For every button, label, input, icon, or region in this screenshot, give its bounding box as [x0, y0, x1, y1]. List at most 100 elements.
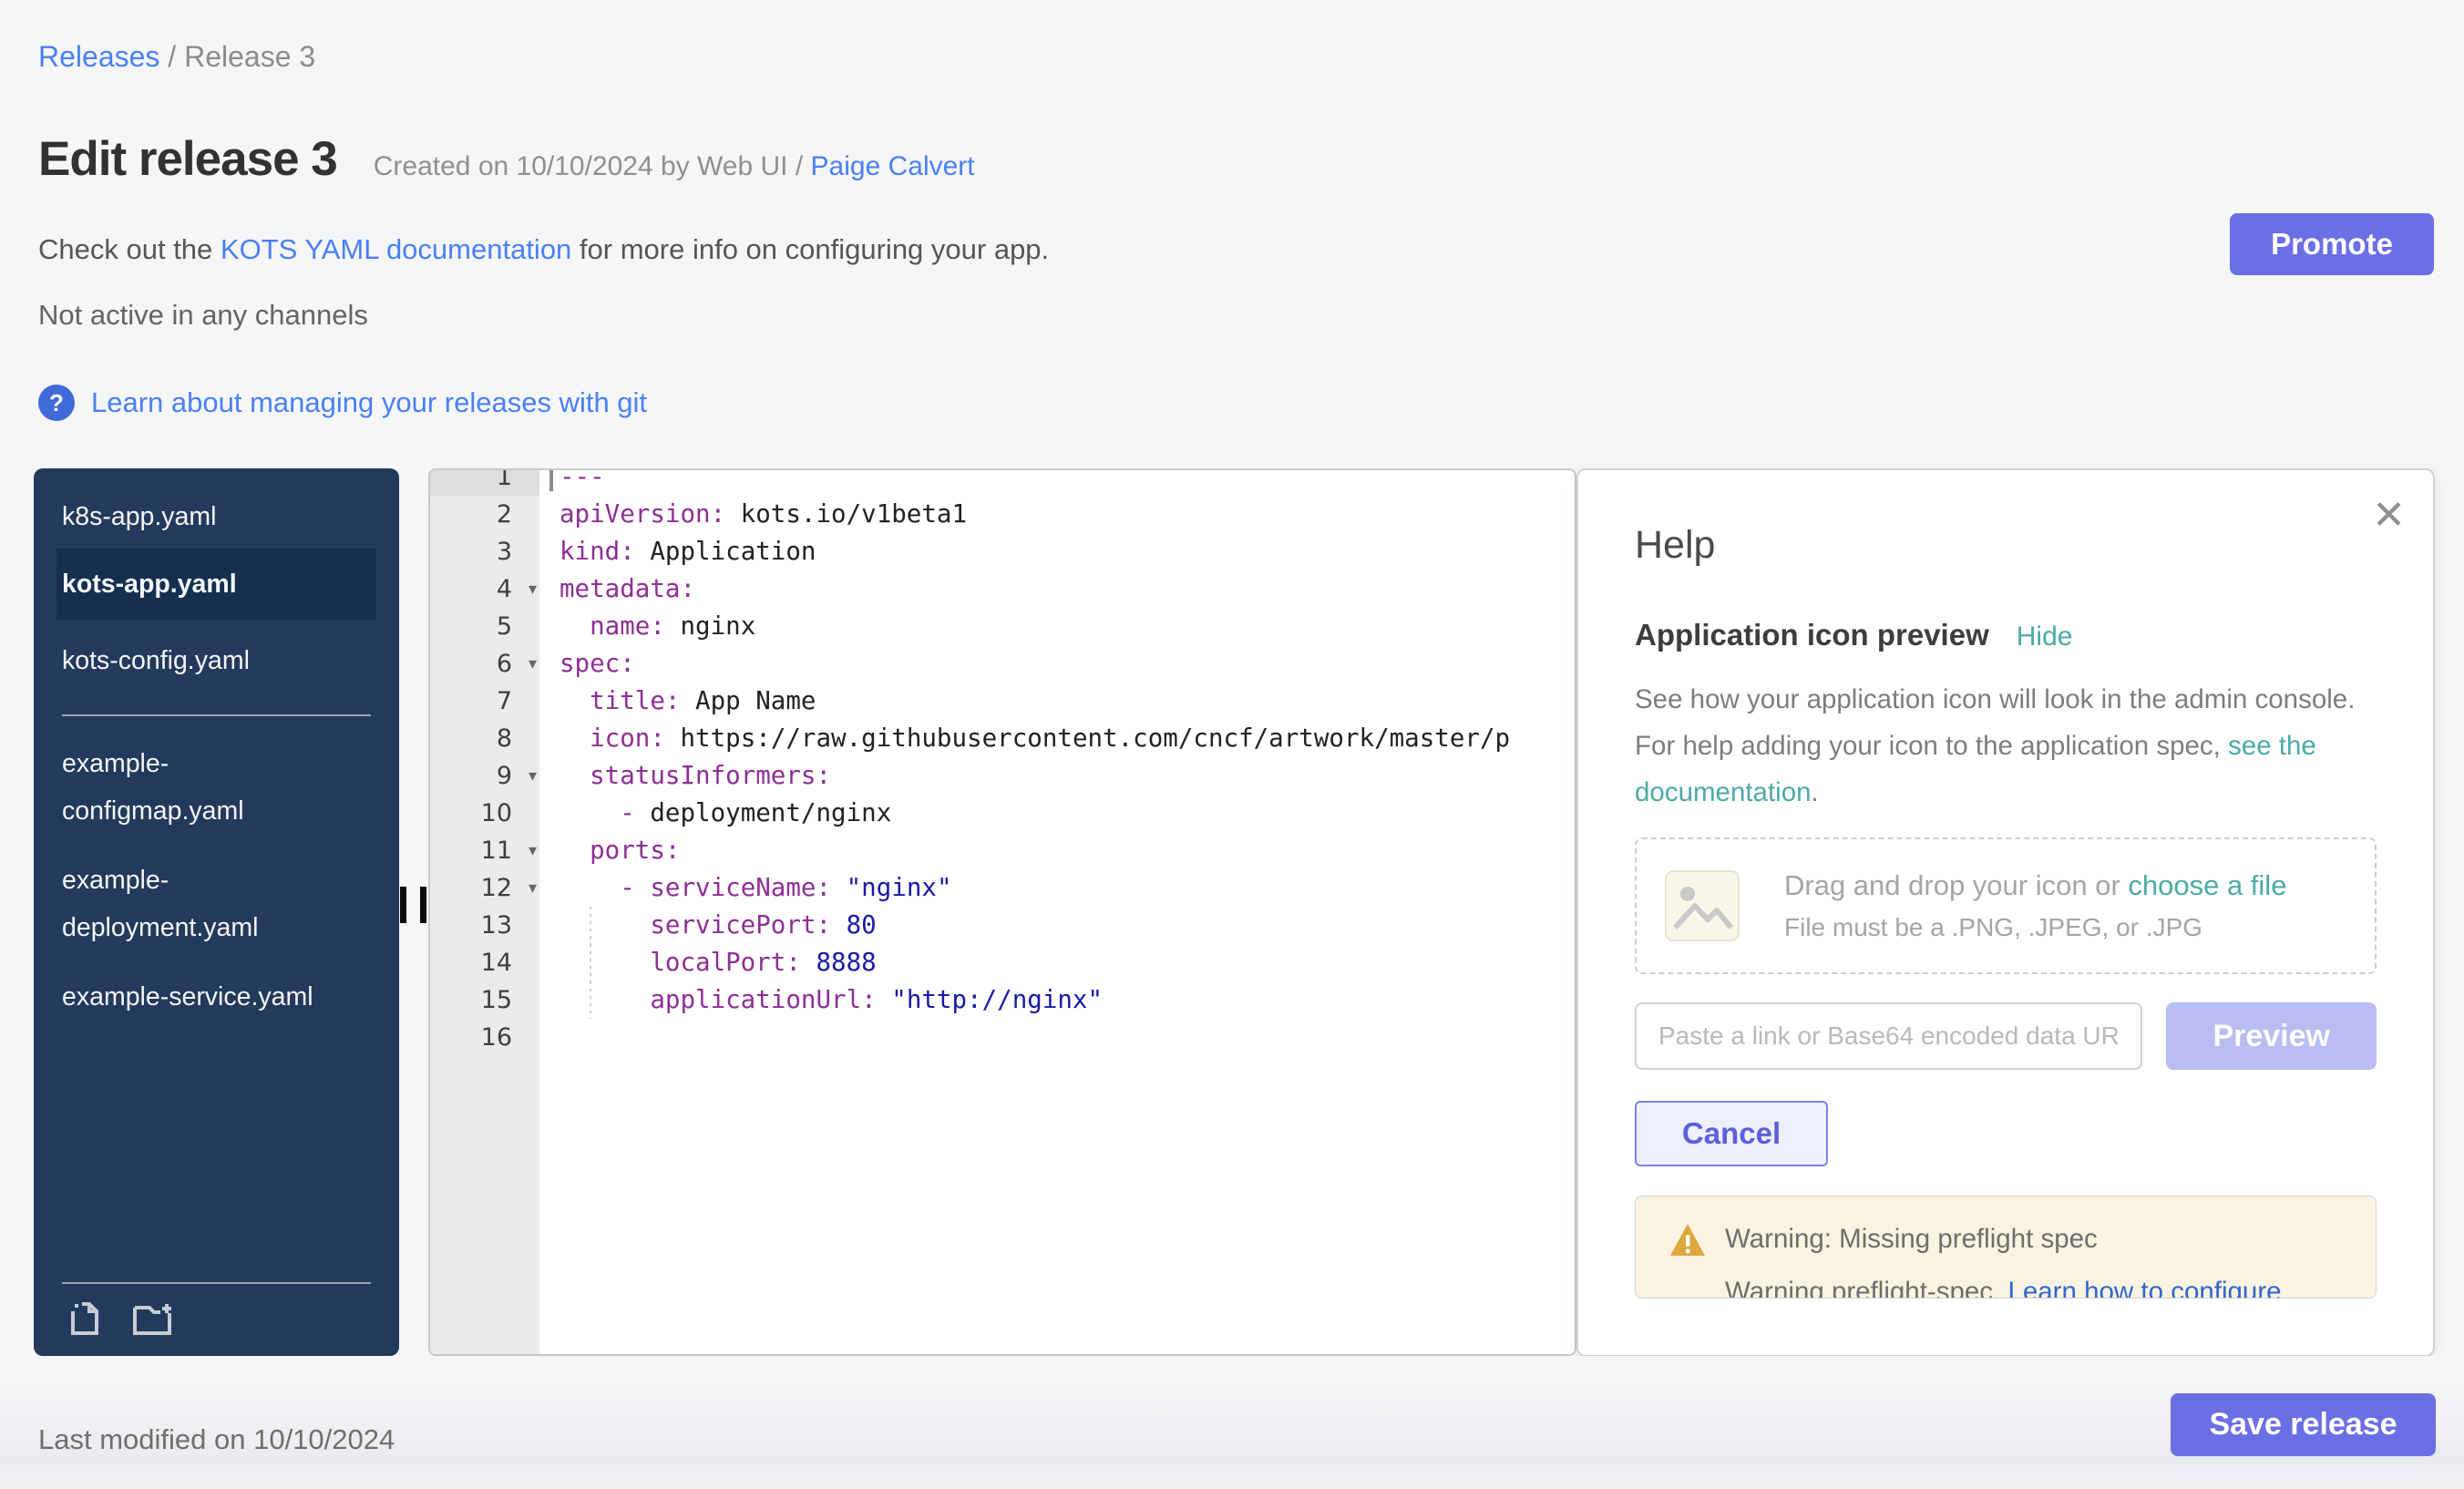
fold-arrow-icon[interactable]: ▾ [529, 570, 537, 608]
line-number: 11▾ [430, 832, 539, 869]
icon-url-input[interactable] [1635, 1002, 2142, 1070]
file-tree-item[interactable]: example-deployment.yaml [56, 857, 346, 951]
code-line[interactable]: 12▾ - serviceName: "nginx" [430, 869, 1575, 907]
author-link[interactable]: Paige Calvert [811, 151, 975, 181]
fold-arrow-icon[interactable]: ▾ [529, 869, 537, 907]
code-line[interactable]: 2apiVersion: kots.io/v1beta1 [430, 496, 1575, 533]
hide-link[interactable]: Hide [2017, 621, 2073, 652]
image-placeholder-icon [1664, 869, 1740, 942]
line-number: 13 [430, 907, 539, 944]
code-line[interactable]: 16 [430, 1019, 1575, 1056]
line-number: 2 [430, 496, 539, 533]
save-release-button[interactable]: Save release [2171, 1393, 2436, 1456]
line-number: 10 [430, 795, 539, 832]
code-line[interactable]: 15 applicationUrl: "http://nginx" [430, 981, 1575, 1019]
warning-detail: Warning preflight-spec. Learn how to con… [1725, 1277, 2282, 1299]
code-text: --- [539, 468, 1575, 496]
dropzone-instruction: Drag and drop your icon or choose a file [1784, 869, 2286, 902]
code-line[interactable]: 4▾metadata: [430, 570, 1575, 608]
fold-arrow-icon[interactable]: ▾ [529, 645, 537, 683]
promote-button[interactable]: Promote [2230, 213, 2434, 275]
code-line[interactable]: 8 icon: https://raw.githubusercontent.co… [430, 720, 1575, 757]
code-text: kind: Application [539, 533, 1575, 570]
breadcrumb-releases-link[interactable]: Releases [38, 40, 159, 73]
code-text: localPort: 8888 [539, 944, 1575, 981]
git-releases-link[interactable]: Learn about managing your releases with … [91, 386, 647, 419]
line-number: 3 [430, 533, 539, 570]
code-text [539, 1019, 1575, 1056]
code-text: servicePort: 80 [539, 907, 1575, 944]
breadcrumb: Releases / Release 3 [38, 40, 315, 74]
footer-background [0, 1356, 2464, 1489]
breadcrumb-current: Release 3 [184, 40, 315, 73]
code-text: - serviceName: "nginx" [539, 869, 1575, 907]
preview-button[interactable]: Preview [2166, 1002, 2377, 1070]
line-number: 1 [430, 468, 539, 496]
file-tree: k8s-app.yaml kots-app.yaml kots-config.yam… [34, 468, 399, 1356]
code-line[interactable]: 10 - deployment/nginx [430, 795, 1575, 832]
line-number: 5 [430, 608, 539, 645]
page-title: Edit release 3 [38, 131, 337, 187]
code-line[interactable]: 9▾ statusInformers: [430, 757, 1575, 795]
code-line[interactable]: 7 title: App Name [430, 683, 1575, 720]
line-number: 14 [430, 944, 539, 981]
code-line[interactable]: 11▾ ports: [430, 832, 1575, 869]
line-number: 15 [430, 981, 539, 1019]
code-line[interactable]: 5 name: nginx [430, 608, 1575, 645]
breadcrumb-separator: / [159, 40, 184, 73]
help-panel: ✕ Help Application icon preview Hide See… [1576, 468, 2435, 1357]
code-text: spec: [539, 645, 1575, 683]
tree-divider [62, 1282, 371, 1284]
code-text: icon: https://raw.githubusercontent.com/… [539, 720, 1575, 757]
cancel-button[interactable]: Cancel [1635, 1101, 1828, 1166]
code-text: title: App Name [539, 683, 1575, 720]
code-line[interactable]: 6▾spec: [430, 645, 1575, 683]
file-tree-item[interactable]: example-service.yaml [56, 973, 346, 1021]
code-line[interactable]: 13 servicePort: 80 [430, 907, 1575, 944]
file-tree-item[interactable]: example-configmap.yaml [56, 740, 346, 835]
fold-arrow-icon[interactable]: ▾ [529, 757, 537, 795]
learn-configure-link[interactable]: Learn how to configure [2007, 1277, 2281, 1299]
close-icon[interactable]: ✕ [2372, 492, 2406, 539]
line-number: 9▾ [430, 757, 539, 795]
code-text: - deployment/nginx [539, 795, 1575, 832]
file-tree-item[interactable]: kots-app.yaml [56, 549, 376, 620]
warning-title: Warning: Missing preflight spec [1725, 1224, 2098, 1255]
preflight-warning: Warning: Missing preflight spec Warning … [1635, 1196, 2377, 1299]
new-file-button[interactable] [64, 1297, 106, 1341]
icon-preview-title: Application icon preview [1635, 618, 1989, 652]
code-text: statusInformers: [539, 757, 1575, 795]
line-number: 12▾ [430, 869, 539, 907]
text-cursor [549, 468, 553, 491]
file-tree-item[interactable]: kots-config.yaml [56, 638, 346, 683]
doc-note: Check out the KOTS YAML documentation fo… [38, 233, 1049, 266]
yaml-editor[interactable]: 1---2apiVersion: kots.io/v1beta13kind: A… [428, 468, 1576, 1356]
file-tree-item[interactable]: k8s-app.yaml [56, 494, 346, 539]
line-number: 8 [430, 720, 539, 757]
new-folder-button[interactable] [129, 1297, 177, 1341]
release-editor-page: Releases / Release 3 Edit release 3 Crea… [0, 0, 2464, 1489]
created-info: Created on 10/10/2024 by Web UI / Paige … [374, 151, 975, 182]
channel-status: Not active in any channels [38, 299, 368, 332]
code-line[interactable]: 1--- [430, 468, 1575, 496]
new-folder-icon [129, 1297, 177, 1339]
line-number: 4▾ [430, 570, 539, 608]
code-line[interactable]: 3kind: Application [430, 533, 1575, 570]
dropzone-filetypes: File must be a .PNG, .JPEG, or .JPG [1784, 913, 2286, 942]
icon-dropzone[interactable]: Drag and drop your icon or choose a file… [1635, 837, 2377, 974]
code-text: apiVersion: kots.io/v1beta1 [539, 496, 1575, 533]
fold-arrow-icon[interactable]: ▾ [529, 832, 537, 869]
file-tree-actions [56, 1282, 376, 1341]
line-number: 6▾ [430, 645, 539, 683]
last-modified-text: Last modified on 10/10/2024 [38, 1423, 395, 1456]
code-line[interactable]: 14 localPort: 8888 [430, 944, 1575, 981]
tree-divider [62, 714, 371, 716]
sidebar-resize-handle[interactable] [400, 887, 426, 923]
help-title: Help [1635, 523, 1715, 568]
choose-file-link[interactable]: choose a file [2128, 869, 2286, 901]
kots-yaml-doc-link[interactable]: KOTS YAML documentation [221, 233, 571, 265]
warning-triangle-icon [1668, 1222, 1707, 1258]
git-help-row: ? Learn about managing your releases wit… [38, 385, 647, 421]
line-number: 16 [430, 1019, 539, 1056]
question-circle-icon: ? [38, 385, 75, 421]
